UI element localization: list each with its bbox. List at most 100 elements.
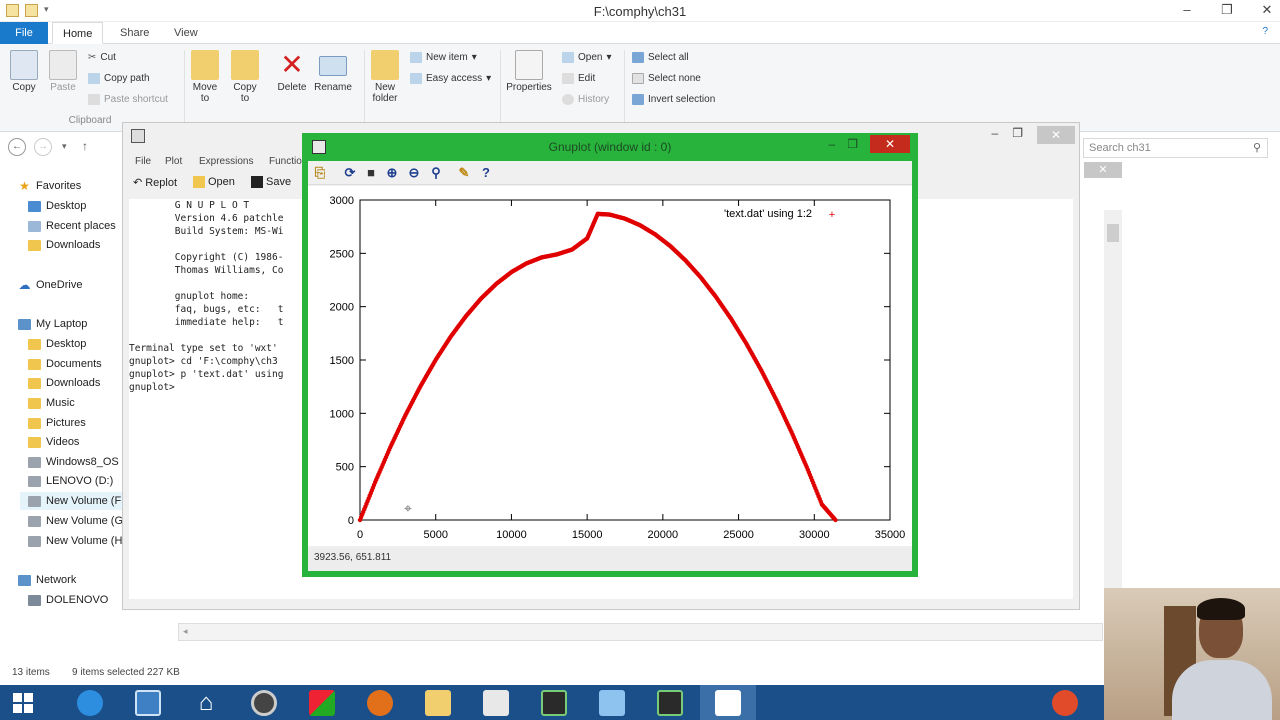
replot-icon[interactable]: ⟳ [342,165,358,181]
nav-videos[interactable]: Videos [28,433,79,451]
tab-home[interactable]: Home [52,22,104,44]
tab-file[interactable]: File [0,22,48,44]
close-button[interactable]: ✕ [870,135,910,153]
drive-icon [28,456,41,468]
start-button[interactable] [0,685,46,720]
search-input[interactable]: Search ch31 ⚲ [1083,138,1268,158]
easy-access-button[interactable]: Easy access ▾ [410,73,491,84]
paste-button[interactable]: Paste [46,50,80,93]
nav-my-laptop[interactable]: My Laptop [18,315,87,333]
webcam-overlay [1104,588,1280,720]
graph-toolbar: ⎘ ⟳ ■ ⊕ ⊖ ⚲ ✎ ? [308,161,912,185]
taskbar-app-10[interactable] [584,685,640,720]
scrollbar-thumb[interactable] [1107,224,1119,242]
taskbar-home[interactable]: ⌂ [178,685,234,720]
vertical-scrollbar[interactable] [1104,210,1122,590]
help-icon[interactable]: ? [1262,26,1268,37]
nav-new-volume-f[interactable]: New Volume (F [20,492,124,510]
help-icon[interactable]: ? [478,165,494,181]
properties-button[interactable]: Properties [504,50,554,93]
taskbar-gnuplot-console[interactable] [526,685,582,720]
nav-onedrive[interactable]: ☁ OneDrive [18,276,83,294]
taskbar-app-4[interactable] [236,685,292,720]
horizontal-scrollbar[interactable]: ◂ [178,623,1103,641]
explorer-pane-close-button[interactable]: ✕ [1084,162,1122,178]
taskbar-gnuplot-graph[interactable] [700,685,756,720]
nav-new-volume-g[interactable]: New Volume (G [28,512,123,530]
nav-desktop-2[interactable]: Desktop [28,335,86,353]
nav-lenovo-d[interactable]: LENOVO (D:) [28,472,113,490]
nav-music[interactable]: Music [28,394,75,412]
taskbar-gnuplot-2[interactable] [642,685,698,720]
nav-pictures[interactable]: Pictures [28,414,86,432]
clipboard-copy-icon[interactable]: ⎘ [312,165,328,181]
nav-network[interactable]: Network [18,571,76,589]
nav-desktop[interactable]: Desktop [28,197,86,215]
ribbon: Copy Paste ✂ Cut Copy path Paste shortcut… [0,44,1280,132]
taskbar-internet-explorer[interactable] [62,685,118,720]
nav-favorites[interactable]: ★ Favorites [18,177,81,195]
cut-button[interactable]: ✂ Cut [88,52,116,63]
taskbar-office[interactable] [294,685,350,720]
maximize-button[interactable]: ❐ [1220,2,1234,18]
taskbar-app-8[interactable] [468,685,524,720]
paste-shortcut-button[interactable]: Paste shortcut [88,94,168,105]
move-to-button[interactable]: Move to [190,50,220,104]
nav-new-volume-h[interactable]: New Volume (H [28,532,122,550]
tab-view[interactable]: View [164,22,208,44]
tab-share[interactable]: Share [110,22,159,44]
nav-windows8-os[interactable]: Windows8_OS [28,453,119,471]
nav-downloads[interactable]: Downloads [28,236,100,254]
config-wrench-icon[interactable]: ✎ [456,165,472,181]
invert-selection-button[interactable]: Invert selection [632,94,715,105]
select-all-button[interactable]: Select all [632,52,689,63]
open-button[interactable]: Open [193,176,235,188]
maximize-button[interactable]: ❐ [1012,126,1023,144]
close-button[interactable]: ✕ [1037,126,1075,144]
stop-icon[interactable]: ■ [363,165,379,181]
close-button[interactable]: ✕ [1260,2,1274,18]
x-tick-label: 20000 [648,529,679,541]
new-folder-button[interactable]: New folder [370,50,400,104]
menu-functions[interactable]: Functio [269,156,302,167]
minimize-button[interactable]: – [992,126,999,144]
computer-icon [28,594,41,606]
forward-arrow-icon[interactable]: → [34,138,52,156]
save-button[interactable]: Save [251,176,291,188]
menu-plot[interactable]: Plot [165,156,182,167]
copy-to-button[interactable]: Copy to [229,50,261,104]
select-none-button[interactable]: Select none [632,73,701,84]
replot-button[interactable]: ↶ Replot [133,176,177,190]
nav-downloads-2[interactable]: Downloads [28,374,100,392]
minimize-button[interactable]: – [829,137,836,151]
minimize-button[interactable]: – [1180,2,1194,18]
back-arrow-icon[interactable]: ← [8,138,26,156]
zoom-autoscale-icon[interactable]: ⚲ [428,165,444,181]
edit-button[interactable]: Edit [562,73,595,84]
taskbar-tray-app[interactable] [1040,685,1090,720]
delete-button[interactable]: ✕ Delete [275,50,309,94]
copy-button[interactable]: Copy [8,50,40,93]
zoom-in-icon[interactable]: ⊕ [384,165,400,181]
copy-path-button[interactable]: Copy path [88,73,150,84]
graph-window-title: Gnuplot (window id : 0) [548,140,672,154]
nav-documents[interactable]: Documents [28,355,102,373]
open-button[interactable]: Open ▾ [562,52,612,63]
taskbar-firefox[interactable] [352,685,408,720]
history-button[interactable]: History [562,94,609,105]
maximize-button[interactable]: ❐ [847,137,858,151]
taskbar-desktop[interactable] [120,685,176,720]
menu-expressions[interactable]: Expressions [199,156,253,167]
zoom-out-icon[interactable]: ⊖ [406,165,422,181]
rename-button[interactable]: Rename [313,50,353,93]
nav-dolenovo[interactable]: DOLENOVO [28,591,108,609]
menu-file[interactable]: File [135,156,151,167]
recent-locations-chevron-icon[interactable]: ▾ [62,141,67,152]
scroll-left-icon[interactable]: ◂ [183,626,188,637]
nav-recent-places[interactable]: Recent places [28,217,116,235]
plot-canvas[interactable]: 0 5000 10000 15000 20000 25000 30000 35000 0 500 1… [308,186,912,546]
taskbar-file-explorer[interactable] [410,685,466,720]
up-arrow-icon[interactable]: ↑ [82,139,88,153]
new-item-button[interactable]: New item ▾ [410,52,477,63]
ribbon-separator [184,50,185,126]
